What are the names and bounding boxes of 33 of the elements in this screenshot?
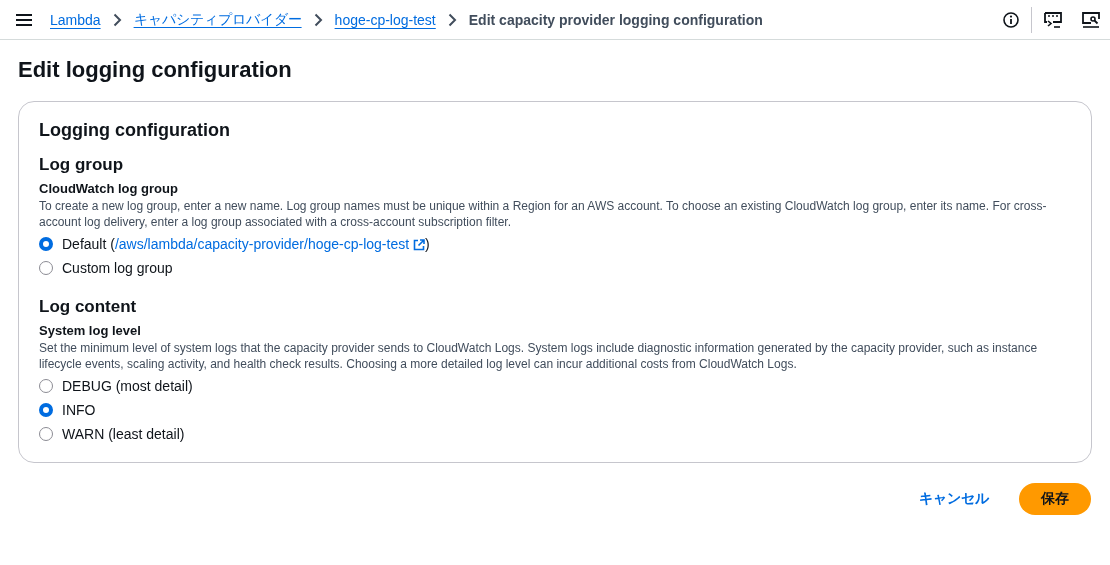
external-link-icon — [413, 239, 426, 251]
info-icon[interactable] — [1003, 11, 1019, 28]
menu-icon[interactable] — [16, 13, 32, 26]
radio-button[interactable] — [39, 237, 53, 251]
field-description: Set the minimum level of system logs that the capacity provider sends to CloudWatch Logs. System logs include diagnostic information generated by the capacity provider, such as instance lifecycle events, scaling activity, and health check results. Choosing a more detailed log level can incur additional costs from CloudWatch Logs. — [39, 340, 1039, 372]
chevron-right-icon — [112, 12, 122, 27]
radio-button[interactable] — [39, 261, 53, 275]
page-title: Edit logging configuration — [18, 56, 293, 84]
radio-label: Custom log group — [62, 260, 173, 276]
radio-button[interactable] — [39, 379, 53, 393]
field-label: System log level — [39, 322, 142, 340]
breadcrumb-link[interactable]: キャパシティプロバイダー — [133, 10, 302, 29]
breadcrumb-current: Edit capacity provider logging configuration — [468, 11, 763, 28]
section-heading: Log content — [39, 296, 138, 318]
monitor-wrench-icon[interactable] — [1082, 11, 1100, 28]
radio-label: INFO — [62, 402, 96, 418]
radio-label: WARN (least detail) — [62, 426, 185, 442]
radio-button[interactable] — [39, 427, 53, 441]
breadcrumb-link[interactable]: Lambda — [50, 11, 101, 28]
radio-label: Default (/aws/lambda/capacity-provider/hoge-cp-log-test ) — [62, 236, 430, 252]
section-heading: Log group — [39, 154, 125, 176]
cancel-button[interactable]: キャンセル — [907, 484, 1001, 514]
radio-label: DEBUG (most detail) — [62, 378, 193, 394]
radio-button[interactable] — [39, 403, 53, 417]
log-group-link[interactable]: /aws/lambda/capacity-provider/hoge-cp-log-test — [114, 236, 426, 252]
save-button[interactable]: 保存 — [1019, 483, 1091, 515]
field-label: CloudWatch log group — [39, 180, 179, 198]
chevron-right-icon — [313, 12, 323, 27]
terminal-icon[interactable] — [1044, 11, 1062, 28]
card-title: Logging configuration — [39, 119, 231, 142]
breadcrumb-link[interactable]: hoge-cp-log-test — [334, 11, 436, 28]
chevron-right-icon — [447, 12, 457, 27]
field-description: To create a new log group, enter a new name. Log group names must be unique within a Region for an AWS account. To choose an existing CloudWatch log group, enter its name. For cross-account log delivery, enter a log group associated with a cross-account subscription filter. — [39, 198, 1048, 230]
